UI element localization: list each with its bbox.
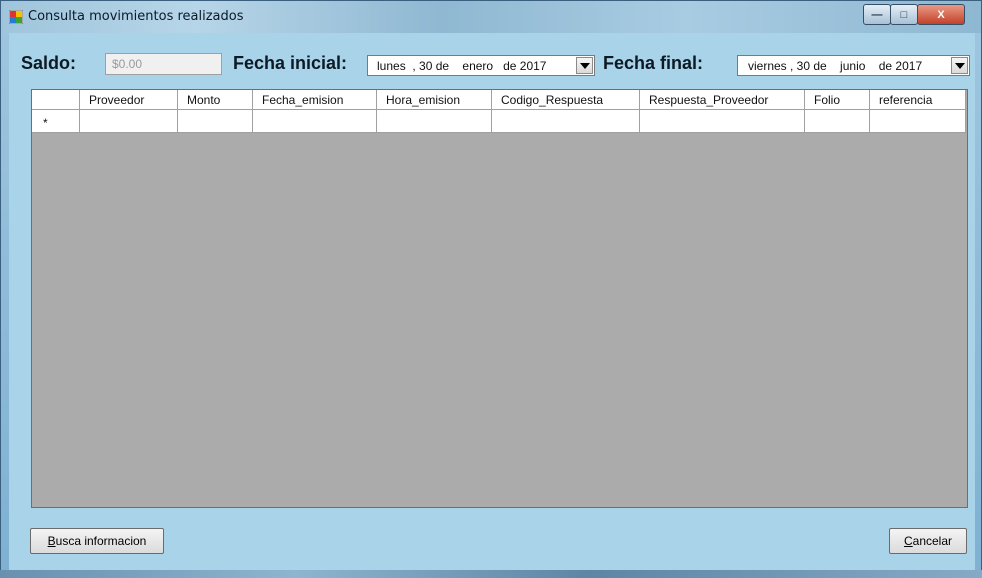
- grid-cell[interactable]: [870, 110, 966, 133]
- fecha-final-picker[interactable]: viernes , 30 de junio de 2017: [737, 55, 970, 76]
- column-header[interactable]: Fecha_emision: [253, 90, 377, 110]
- busca-label: usca informacion: [55, 534, 147, 548]
- grid-corner-header[interactable]: [32, 90, 80, 110]
- fecha-inicial-value: lunes , 30 de enero de 2017: [377, 59, 547, 73]
- maximize-icon: □: [900, 8, 908, 21]
- grid-cell[interactable]: [805, 110, 870, 133]
- cancelar-label: ancelar: [912, 534, 953, 548]
- fecha-inicial-picker[interactable]: lunes , 30 de enero de 2017: [367, 55, 595, 76]
- fecha-inicial-dropdown-icon[interactable]: [576, 57, 593, 74]
- column-header[interactable]: referencia: [870, 90, 966, 110]
- minimize-button[interactable]: —: [863, 4, 891, 25]
- maximize-button[interactable]: □: [890, 4, 918, 25]
- busca-mnemonic: B: [47, 534, 56, 548]
- grid-cell[interactable]: [178, 110, 253, 133]
- grid-cell[interactable]: [80, 110, 178, 133]
- close-icon: X: [937, 8, 945, 21]
- fecha-final-value: viernes , 30 de junio de 2017: [748, 59, 923, 73]
- grid-cell[interactable]: [492, 110, 640, 133]
- cancelar-button[interactable]: Cancelar: [889, 528, 967, 554]
- app-icon: [9, 10, 23, 24]
- grid-cell[interactable]: [253, 110, 377, 133]
- grid-cell[interactable]: [377, 110, 492, 133]
- cancelar-mnemonic: C: [903, 534, 913, 548]
- column-header[interactable]: Respuesta_Proveedor: [640, 90, 805, 110]
- column-header[interactable]: Hora_emision: [377, 90, 492, 110]
- grid-new-row[interactable]: *: [32, 110, 966, 133]
- column-header[interactable]: Codigo_Respuesta: [492, 90, 640, 110]
- app-window: Consulta movimientos realizados — □ X Sa…: [0, 0, 982, 578]
- fecha-inicial-label: Fecha inicial:: [233, 53, 348, 73]
- window-title: Consulta movimientos realizados: [28, 9, 244, 24]
- column-header[interactable]: Proveedor: [80, 90, 178, 110]
- movimientos-grid[interactable]: Proveedor Monto Fecha_emision Hora_emisi…: [31, 89, 968, 508]
- saldo-label: Saldo:: [21, 53, 77, 73]
- minimize-icon: —: [871, 8, 883, 21]
- saldo-field[interactable]: $0.00: [105, 53, 222, 75]
- column-header[interactable]: Monto: [178, 90, 253, 110]
- busca-informacion-button[interactable]: Busca informacion: [30, 528, 164, 554]
- fecha-final-label: Fecha final:: [603, 53, 704, 73]
- fecha-final-dropdown-icon[interactable]: [951, 57, 968, 74]
- title-bar[interactable]: Consulta movimientos realizados — □ X: [1, 1, 981, 33]
- grid-header-row: Proveedor Monto Fecha_emision Hora_emisi…: [32, 90, 966, 110]
- column-header[interactable]: Folio: [805, 90, 870, 110]
- grid-cell[interactable]: [640, 110, 805, 133]
- desktop-taskbar-strip: [0, 570, 982, 578]
- form-body: Saldo: $0.00 Fecha inicial: lunes , 30 d…: [9, 33, 975, 571]
- new-row-marker[interactable]: *: [32, 110, 80, 133]
- close-button[interactable]: X: [917, 4, 965, 25]
